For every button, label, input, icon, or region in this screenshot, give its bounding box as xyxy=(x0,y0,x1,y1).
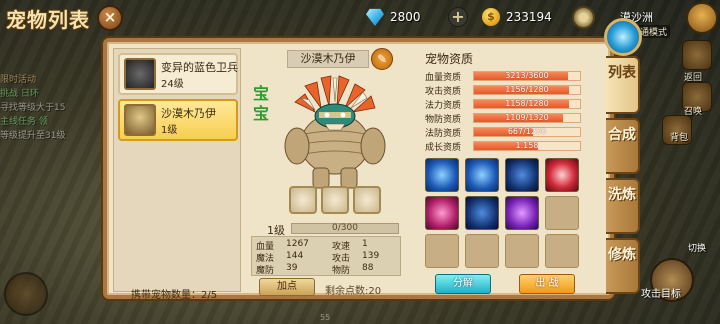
aptitude-bar: 1.158 xyxy=(473,141,581,151)
aptitude-bar: 1158/1280 xyxy=(473,99,581,109)
pet-list-item-selected[interactable]: 沙漠木乃伊 1级 xyxy=(118,99,238,141)
quest-item[interactable]: 等级提升至31级 xyxy=(0,130,76,142)
switch-label[interactable]: 切换 xyxy=(688,241,706,254)
return-button[interactable] xyxy=(682,40,712,70)
quest-tracker: 限时活动 挑战 日环 寻找等级大于15 主线任务 领 等级提升至31级 xyxy=(0,74,76,144)
tab-label: 合成 xyxy=(608,127,636,143)
aptitude-bar: 1156/1280 xyxy=(473,85,581,95)
quest-item[interactable]: 限时活动 xyxy=(0,74,76,86)
gold-coin-icon: $ xyxy=(482,8,500,26)
blue-guard-portrait-icon xyxy=(124,58,156,90)
sword-shield-skill-icon[interactable] xyxy=(545,158,579,192)
aptitude-row: 物防资质 1109/1320 xyxy=(425,112,593,125)
shadow-skill-icon[interactable] xyxy=(465,196,499,230)
aptitude-bar: 667/1200 xyxy=(473,127,581,137)
quest-item[interactable]: 主线任务 领 xyxy=(0,116,76,128)
aptitude-row: 法力资质 1158/1280 xyxy=(425,98,593,111)
pet-name: 沙漠木乃伊 xyxy=(161,107,216,120)
carry-count: 携带宠物数量：2/5 xyxy=(131,290,218,301)
star-burst-skill-icon[interactable] xyxy=(505,158,539,192)
aptitude-bar: 3213/3600 xyxy=(473,71,581,81)
aptitude-row: 法防资质 667/1200 xyxy=(425,126,593,139)
mummy-portrait-icon xyxy=(124,104,156,136)
skill-grid xyxy=(425,158,581,274)
remaining-points: 剩余点数:20 xyxy=(325,286,382,297)
player-avatar[interactable] xyxy=(686,2,718,34)
bag-label: 背包 xyxy=(670,133,689,143)
pet-model-area: 沙漠木乃伊 ✎ 宝宝 1级 0/300 血量 1267 攻速 1 魔法 144 … xyxy=(247,46,407,297)
tab-label: 洗炼 xyxy=(608,187,636,203)
empty-skill-slot[interactable] xyxy=(545,234,579,268)
attack-target-label: 攻击目标 xyxy=(641,289,681,300)
add-point-button[interactable]: 加点 xyxy=(259,278,315,296)
pet-panel: 变异的蓝色卫兵 24级 沙漠木乃伊 1级 携带宠物数量：2/5 沙漠木乃伊 ✎ … xyxy=(103,38,614,301)
diamond-icon xyxy=(366,8,384,26)
empty-skill-slot[interactable] xyxy=(505,234,539,268)
diamond-amount: 2800 xyxy=(390,10,421,24)
exp-text: 0/300 xyxy=(332,223,358,233)
close-button[interactable]: × xyxy=(97,5,123,31)
tab-label: 修炼 xyxy=(608,247,636,263)
tab-list[interactable]: 列表 xyxy=(606,56,640,114)
quest-item[interactable]: 寻找等级大于15 xyxy=(0,102,76,114)
tab-train[interactable]: 修炼 xyxy=(606,238,640,294)
deploy-button[interactable]: 出 战 xyxy=(519,274,575,294)
empty-skill-slot[interactable] xyxy=(425,234,459,268)
page-title: 宠物列表 xyxy=(6,8,90,32)
aptitude-title: 宠物资质 xyxy=(425,52,474,66)
settings-gear-icon[interactable] xyxy=(572,6,595,29)
equip-slot-3-icon[interactable] xyxy=(353,186,381,214)
joystick-button[interactable] xyxy=(4,272,48,316)
add-diamond-button[interactable]: + xyxy=(448,7,468,27)
equip-slot-2-icon[interactable] xyxy=(321,186,349,214)
aptitude-row: 血量资质 3213/3600 xyxy=(425,70,593,83)
empty-skill-slot[interactable] xyxy=(545,196,579,230)
equip-slot-1-icon[interactable] xyxy=(289,186,317,214)
broken-heart-skill-icon[interactable] xyxy=(505,196,539,230)
bottom-code: 55 xyxy=(320,313,331,322)
rename-pencil-icon[interactable]: ✎ xyxy=(371,48,393,70)
ice-strike-skill-icon[interactable] xyxy=(425,158,459,192)
pet-name: 变异的蓝色卫兵 xyxy=(161,61,238,74)
pet-list: 变异的蓝色卫兵 24级 沙漠木乃伊 1级 xyxy=(113,48,241,292)
aptitude-row: 成长资质 1.158 xyxy=(425,140,593,153)
tab-gem-ornament-icon xyxy=(604,18,642,56)
tab-label: 列表 xyxy=(608,65,636,81)
tab-merge[interactable]: 合成 xyxy=(606,118,640,174)
quest-item[interactable]: 挑战 日环 xyxy=(0,88,76,100)
empty-skill-slot[interactable] xyxy=(465,234,499,268)
water-shield-skill-icon[interactable] xyxy=(465,158,499,192)
gold-amount: 233194 xyxy=(506,10,552,24)
pet-level: 24级 xyxy=(161,79,184,90)
aptitude-row: 攻击资质 1156/1280 xyxy=(425,84,593,97)
pet-type-label: 宝宝 xyxy=(253,84,270,123)
decompose-button[interactable]: 分解 xyxy=(435,274,491,294)
pet-name-plate: 沙漠木乃伊 xyxy=(287,50,369,68)
exp-bar: 0/300 xyxy=(291,223,399,234)
pet-list-item[interactable]: 变异的蓝色卫兵 24级 xyxy=(118,53,238,95)
aptitude-panel: 宠物资质 血量资质 3213/3600 攻击资质 1156/1280 法力资质 … xyxy=(421,46,593,296)
mummy-model xyxy=(284,75,386,189)
tab-refine[interactable]: 洗炼 xyxy=(606,178,640,234)
pet-stats: 血量 1267 攻速 1 魔法 144 攻击 139 魔防 39 物防 88 xyxy=(251,236,401,276)
aptitude-bar: 1109/1320 xyxy=(473,113,581,123)
heart-skill-icon[interactable] xyxy=(425,196,459,230)
pet-level: 1级 xyxy=(161,125,178,136)
